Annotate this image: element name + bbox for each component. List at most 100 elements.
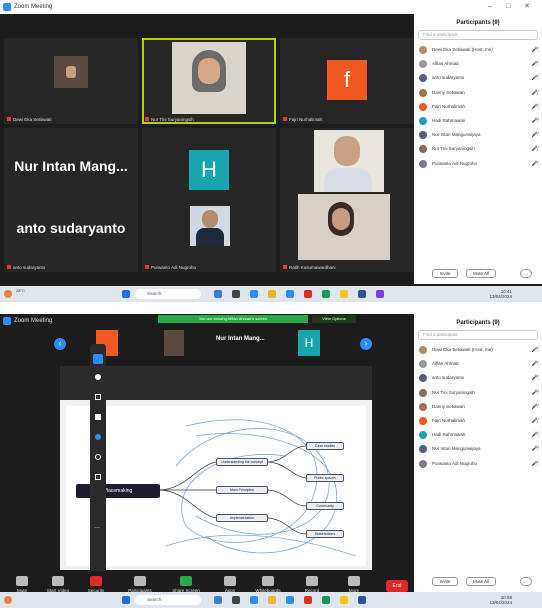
video-tile[interactable]: Purwanto Adi Nugroho: [142, 192, 276, 272]
more-icon[interactable]: …: [94, 524, 100, 530]
video-tile[interactable]: Dewi Eka Setiawati: [4, 38, 138, 124]
participant-row[interactable]: Nur Intan Mangunwijaya 🎤̸: [414, 442, 542, 456]
mic-muted-icon[interactable]: 🎤̸: [532, 400, 538, 414]
taskbar-search[interactable]: Search: [135, 289, 201, 299]
mic-muted-icon[interactable]: 🎤̸: [532, 343, 538, 357]
view-options-button[interactable]: View Options: [312, 315, 356, 323]
pen-icon[interactable]: [93, 354, 103, 364]
strip-avatar[interactable]: H: [298, 330, 320, 356]
color-icon[interactable]: [95, 434, 101, 440]
zoom-logo-icon: [3, 3, 11, 11]
video-tile[interactable]: Ratih Kusumawardhani: [280, 192, 414, 272]
participant-row[interactable]: Dewi Eka Setiawati (Host, me) 🎤̸: [414, 43, 542, 57]
video-tile-active[interactable]: Nur Tini Suryaningsih: [142, 38, 276, 124]
chevron-left-icon[interactable]: ‹: [54, 338, 66, 350]
search-input[interactable]: Find a participant: [418, 330, 538, 340]
app-icon[interactable]: [304, 290, 312, 298]
chevron-right-icon[interactable]: ›: [360, 338, 372, 350]
participant-row[interactable]: Alfian Ahmad 🎤̸: [414, 357, 542, 371]
app-icon[interactable]: [286, 290, 294, 298]
participant-row[interactable]: Nur Intan Mangunwijaya 🎤̸: [414, 128, 542, 142]
mic-muted-icon[interactable]: 🎤̸: [532, 142, 538, 156]
end-button[interactable]: End: [386, 580, 408, 592]
participant-row[interactable]: Fajri Nurhalimah 🎤̸: [414, 100, 542, 114]
participant-row[interactable]: Hadi Rahmawan 🎤̸: [414, 114, 542, 128]
invite-button[interactable]: Invite: [432, 269, 458, 278]
app-icon[interactable]: [232, 290, 240, 298]
strip-tile[interactable]: [164, 330, 184, 356]
participant-row[interactable]: Fajri Nurhalimah 🎤̸: [414, 414, 542, 428]
participant-row[interactable]: Purwanto Adi Nugroho 🎤̸: [414, 157, 542, 171]
participant-row[interactable]: Nur Tini Suryaningsih 🎤̸: [414, 386, 542, 400]
chrome-icon[interactable]: [322, 290, 330, 298]
app-icon[interactable]: [340, 596, 348, 604]
zoom-logo-icon: [3, 317, 11, 325]
search-input[interactable]: Find a participant: [418, 30, 538, 40]
more-icon[interactable]: …: [520, 577, 532, 586]
app-icon[interactable]: [286, 596, 294, 604]
mic-muted-icon[interactable]: 🎤̸: [532, 100, 538, 114]
start-icon[interactable]: [122, 596, 130, 604]
invite-button[interactable]: Invite: [432, 577, 458, 586]
tool-icon[interactable]: [95, 374, 101, 380]
video-tile[interactable]: f Fajri Nurhalimah: [280, 38, 414, 124]
folder-icon[interactable]: [268, 290, 276, 298]
participant-name: Hadi Rahmawan: [432, 117, 466, 123]
video-tile[interactable]: anto sudaryanto anto sudaryanto: [4, 192, 138, 272]
chrome-icon[interactable]: [322, 596, 330, 604]
mic-muted-icon[interactable]: 🎤̸: [532, 386, 538, 400]
windows-taskbar: Search 10:58 13/04/2024: [0, 592, 542, 608]
mic-muted-icon[interactable]: 🎤̸: [532, 157, 538, 171]
window-controls[interactable]: – □ ✕: [488, 0, 536, 14]
participant-name: Alfian Ahmad: [432, 61, 459, 67]
app-icon[interactable]: [232, 596, 240, 604]
participant-row[interactable]: Purwanto Adi Nugroho 🎤̸: [414, 457, 542, 471]
mic-muted-icon[interactable]: 🎤̸: [532, 71, 538, 85]
mic-muted-icon[interactable]: 🎤̸: [532, 414, 538, 428]
participant-row[interactable]: Hadi Rahmawan 🎤̸: [414, 428, 542, 442]
participant-row[interactable]: anto sudaryanto 🎤̸: [414, 71, 542, 85]
mic-muted-icon[interactable]: 🎤̸: [532, 43, 538, 57]
participant-row[interactable]: Danny Setiawan 🎤̸: [414, 400, 542, 414]
participant-row[interactable]: Danny Setiawan 🎤̸: [414, 86, 542, 100]
mic-muted-icon[interactable]: 🎤̸: [532, 371, 538, 385]
more-icon[interactable]: …: [520, 269, 532, 278]
avatar: [419, 74, 427, 83]
folder-icon[interactable]: [268, 596, 276, 604]
mute-all-button[interactable]: Mute All: [466, 269, 496, 278]
mindmap-node: Understanding the concept: [216, 458, 268, 466]
mute-all-button[interactable]: Mute All: [466, 577, 496, 586]
app-icon[interactable]: [340, 290, 348, 298]
mic-muted-icon[interactable]: 🎤̸: [532, 86, 538, 100]
mic-muted-icon[interactable]: 🎤̸: [532, 357, 538, 371]
shape-icon[interactable]: [95, 394, 101, 400]
app-icon[interactable]: [376, 290, 384, 298]
undo-icon[interactable]: [95, 454, 101, 460]
save-icon[interactable]: [95, 474, 101, 480]
participant-row[interactable]: Dewi Eka Setiawati (Host, me) 🎤̸: [414, 343, 542, 357]
app-icon[interactable]: [214, 290, 222, 298]
eraser-icon[interactable]: [95, 414, 101, 420]
mic-muted-icon[interactable]: 🎤̸: [532, 428, 538, 442]
mindmap-center-node: Placemaking: [76, 484, 160, 498]
mic-muted-icon[interactable]: 🎤̸: [532, 457, 538, 471]
start-icon[interactable]: [122, 290, 130, 298]
participant-row[interactable]: Nur Tini Suryaningsih 🎤̸: [414, 142, 542, 156]
participant-name: Nur Intan Mangunwijaya: [432, 132, 481, 138]
mic-muted-icon[interactable]: 🎤̸: [532, 442, 538, 456]
tile-name: Ratih Kusumawardhani: [283, 265, 336, 270]
app-icon[interactable]: [214, 596, 222, 604]
word-icon[interactable]: [358, 290, 366, 298]
participant-row[interactable]: anto sudaryanto 🎤̸: [414, 371, 542, 385]
taskbar-search[interactable]: Search: [135, 595, 201, 605]
tile-name: Nur Tini Suryaningsih: [145, 117, 194, 122]
participant-row[interactable]: Alfian Ahmad 🎤̸: [414, 57, 542, 71]
mic-muted-icon[interactable]: 🎤̸: [532, 128, 538, 142]
mic-muted-icon[interactable]: 🎤̸: [532, 114, 538, 128]
zoom-taskbar-icon[interactable]: [250, 596, 258, 604]
zoom-taskbar-icon[interactable]: [250, 290, 258, 298]
mic-muted-icon[interactable]: 🎤̸: [532, 57, 538, 71]
participant-name: Nur Intan Mangunwijaya: [432, 446, 481, 452]
word-icon[interactable]: [358, 596, 366, 604]
app-icon[interactable]: [304, 596, 312, 604]
